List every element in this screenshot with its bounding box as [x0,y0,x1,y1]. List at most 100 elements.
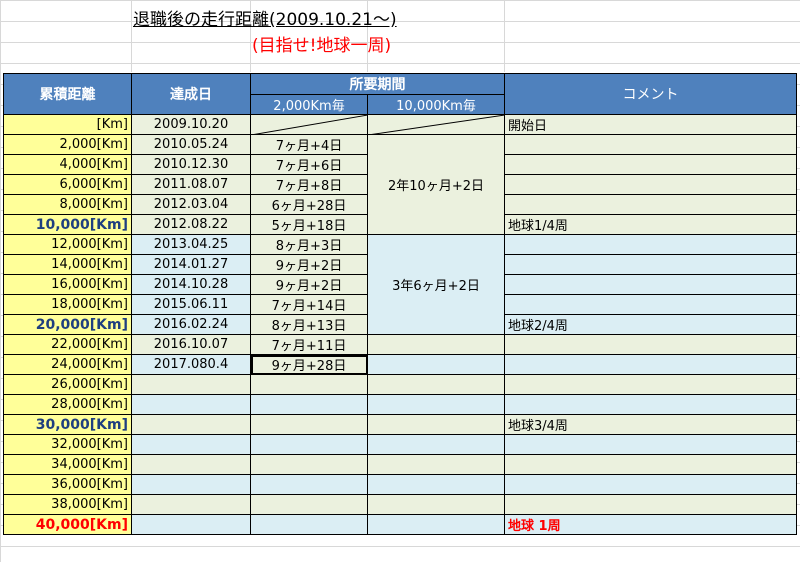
distance-cell[interactable]: 20,000[Km] [3,314,132,335]
distance-cell[interactable]: 18,000[Km] [3,294,132,315]
header-comment[interactable]: コメント [504,73,797,115]
comment-cell[interactable]: 開始日 [504,114,797,135]
span-2000-cell[interactable] [250,494,368,515]
header-per-10000[interactable]: 10,000Km毎 [367,94,505,115]
span-2000-cell[interactable]: 9ヶ月+2日 [250,274,368,295]
comment-cell[interactable] [504,294,797,315]
distance-cell[interactable]: 32,000[Km] [3,434,132,455]
date-cell[interactable] [131,514,251,535]
span-2000-cell[interactable] [250,414,368,435]
span-10000-cell[interactable]: 3年6ヶ月+2日 [367,234,505,335]
span-2000-cell[interactable]: 7ヶ月+14日 [250,294,368,315]
comment-cell[interactable] [504,134,797,155]
diagonal-cell[interactable] [367,114,505,135]
comment-cell[interactable] [504,454,797,475]
span-10000-cell[interactable] [367,454,505,475]
comment-cell[interactable]: 地球1/4周 [504,214,797,235]
comment-cell[interactable] [504,154,797,175]
date-cell[interactable]: 2010.12.30 [131,154,251,175]
span-2000-cell[interactable] [250,474,368,495]
comment-cell[interactable] [504,354,797,375]
comment-cell[interactable] [504,274,797,295]
date-cell[interactable] [131,494,251,515]
span-10000-cell[interactable] [367,394,505,415]
span-10000-cell[interactable] [367,374,505,395]
comment-cell[interactable]: 地球2/4周 [504,314,797,335]
date-cell[interactable]: 2012.03.04 [131,194,251,215]
date-cell[interactable]: 2009.10.20 [131,114,251,135]
distance-cell[interactable]: 16,000[Km] [3,274,132,295]
header-period[interactable]: 所要期間 [250,73,505,95]
date-cell[interactable]: 2013.04.25 [131,234,251,255]
span-2000-cell[interactable]: 8ヶ月+13日 [250,314,368,335]
distance-cell[interactable]: 40,000[Km] [3,514,132,535]
distance-cell[interactable]: 14,000[Km] [3,254,132,275]
comment-cell[interactable] [504,494,797,515]
span-2000-cell[interactable] [250,374,368,395]
comment-cell[interactable]: 地球3/4周 [504,414,797,435]
distance-cell[interactable]: 30,000[Km] [3,414,132,435]
span-10000-cell[interactable] [367,334,505,355]
date-cell[interactable]: 2010.05.24 [131,134,251,155]
distance-cell[interactable]: 38,000[Km] [3,494,132,515]
span-10000-cell[interactable] [367,414,505,435]
header-distance[interactable]: 累積距離 [3,73,132,115]
header-date[interactable]: 達成日 [131,73,251,115]
distance-cell[interactable]: 34,000[Km] [3,454,132,475]
distance-cell[interactable]: 36,000[Km] [3,474,132,495]
distance-cell[interactable]: [Km] [3,114,132,135]
span-2000-cell[interactable]: 7ヶ月+6日 [250,154,368,175]
diagonal-cell[interactable] [250,114,368,135]
date-cell[interactable] [131,374,251,395]
distance-cell[interactable]: 8,000[Km] [3,194,132,215]
comment-cell[interactable] [504,394,797,415]
comment-cell[interactable] [504,374,797,395]
span-10000-cell[interactable] [367,354,505,375]
comment-cell[interactable]: 地球 1周 [504,514,797,535]
distance-cell[interactable]: 24,000[Km] [3,354,132,375]
span-2000-cell[interactable]: 5ヶ月+18日 [250,214,368,235]
header-per-2000[interactable]: 2,000Km毎 [250,94,368,115]
date-cell[interactable] [131,434,251,455]
distance-cell[interactable]: 28,000[Km] [3,394,132,415]
span-10000-cell[interactable] [367,434,505,455]
comment-cell[interactable] [504,434,797,455]
span-2000-cell[interactable] [250,454,368,475]
date-cell[interactable]: 2016.02.24 [131,314,251,335]
date-cell[interactable]: 2016.10.07 [131,334,251,355]
distance-cell[interactable]: 10,000[Km] [3,214,132,235]
distance-cell[interactable]: 4,000[Km] [3,154,132,175]
span-2000-cell[interactable]: 9ヶ月+2日 [250,254,368,275]
date-cell[interactable] [131,474,251,495]
span-2000-cell[interactable] [250,514,368,535]
sheet-title[interactable]: 退職後の走行距離(2009.10.21〜) [133,5,397,30]
date-cell[interactable]: 2011.08.07 [131,174,251,195]
comment-cell[interactable] [504,234,797,255]
span-10000-cell[interactable] [367,494,505,515]
span-2000-cell[interactable]: 8ヶ月+3日 [250,234,368,255]
distance-cell[interactable]: 6,000[Km] [3,174,132,195]
distance-cell[interactable]: 12,000[Km] [3,234,132,255]
date-cell[interactable]: 2012.08.22 [131,214,251,235]
distance-cell[interactable]: 22,000[Km] [3,334,132,355]
distance-cell[interactable]: 26,000[Km] [3,374,132,395]
span-2000-cell[interactable]: 9ヶ月+28日 [250,354,368,375]
span-2000-cell[interactable] [250,394,368,415]
date-cell[interactable]: 2017.080.4 [131,354,251,375]
comment-cell[interactable] [504,194,797,215]
comment-cell[interactable] [504,174,797,195]
span-2000-cell[interactable]: 6ヶ月+28日 [250,194,368,215]
date-cell[interactable]: 2014.10.28 [131,274,251,295]
span-2000-cell[interactable] [250,434,368,455]
comment-cell[interactable] [504,474,797,495]
sheet-subtitle[interactable]: (目指せ!地球一周) [252,31,391,56]
date-cell[interactable]: 2015.06.11 [131,294,251,315]
date-cell[interactable] [131,414,251,435]
date-cell[interactable] [131,454,251,475]
span-2000-cell[interactable]: 7ヶ月+4日 [250,134,368,155]
comment-cell[interactable] [504,254,797,275]
distance-cell[interactable]: 2,000[Km] [3,134,132,155]
span-10000-cell[interactable] [367,474,505,495]
span-2000-cell[interactable]: 7ヶ月+11日 [250,334,368,355]
span-2000-cell[interactable]: 7ヶ月+8日 [250,174,368,195]
